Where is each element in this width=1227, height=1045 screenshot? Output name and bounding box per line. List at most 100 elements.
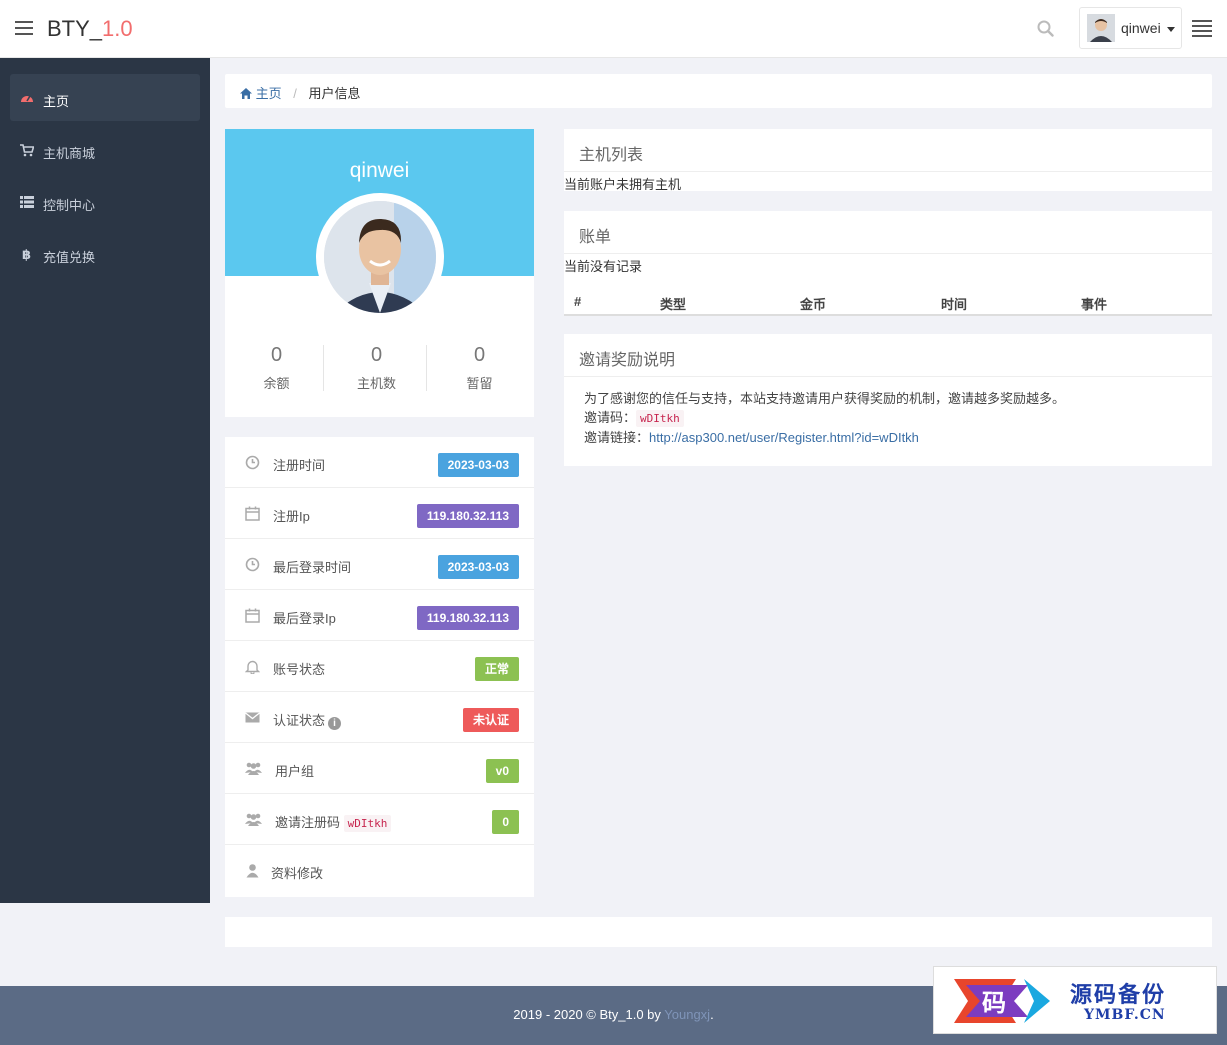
status-badge: 0 (492, 810, 519, 834)
bills-panel: 账单 当前没有记录 # 类型 金币 时间 事件 (564, 211, 1212, 316)
home-icon (240, 88, 252, 99)
username-label: qinwei (1121, 20, 1161, 36)
invite-code: wDItkh (343, 815, 392, 832)
calendar-icon (245, 506, 260, 521)
info-row-invite-code: 邀请注册码 wDItkh 0 (225, 794, 534, 845)
stat-label: 余额 (263, 376, 290, 391)
user-dropdown[interactable]: qinwei (1079, 7, 1182, 49)
divider (323, 345, 324, 391)
stat-value: 0 (270, 344, 283, 366)
stat-balance: 0 余额 (225, 344, 328, 392)
column-header: 类型 (660, 297, 687, 312)
top-navbar: BTY_1.0 qinwei (0, 0, 1227, 58)
breadcrumb-current: 用户信息 (308, 86, 361, 101)
invite-link[interactable]: http://asp300.net/user/Register.html?id=… (649, 430, 919, 445)
sidebar-item-label: 控制中心 (43, 198, 96, 213)
invite-code: wDItkh (636, 410, 684, 427)
info-label: 资料修改 (271, 866, 324, 881)
column-header: # (574, 294, 582, 309)
search-icon[interactable] (1037, 20, 1054, 37)
info-label: 邀请注册码 (275, 815, 341, 830)
hosts-panel-title: 主机列表 (564, 129, 1212, 172)
invite-description: 为了感谢您的信任与支持，本站支持邀请用户获得奖励的机制，邀请越多奖励越多。 (584, 391, 1066, 406)
sidebar-item-control[interactable]: 控制中心 (10, 178, 200, 225)
info-label: 最后登录时间 (273, 560, 352, 575)
svg-text:฿: ฿ (22, 248, 31, 261)
stat-reserved: 0 暂留 (428, 344, 531, 392)
invite-code-line: 邀请码： wDItkh (584, 408, 1192, 428)
status-badge: v0 (485, 759, 519, 783)
breadcrumb-home[interactable]: 主页 (240, 86, 285, 101)
right-menu-icon[interactable] (1192, 20, 1212, 38)
hamburger-menu-icon[interactable] (15, 21, 33, 35)
brand-main: BTY_ (47, 16, 103, 41)
invite-link-label: 邀请链接： (584, 430, 650, 445)
status-badge: 119.180.32.113 (416, 504, 519, 528)
calendar-icon (245, 608, 260, 623)
status-badge: 2023-03-03 (437, 453, 519, 477)
bills-empty-note: 当前没有记录 (564, 259, 643, 274)
status-badge: 正常 (474, 657, 519, 681)
footer-text: 2019 - 2020 © Bty_1.0 by (513, 1007, 665, 1022)
breadcrumb-home-label: 主页 (255, 86, 282, 101)
info-row-last-login-time: 最后登录时间 2023-03-03 (225, 539, 534, 590)
user-info-list: 注册时间 2023-03-03 注册Ip 119.180.32.113 最后登录… (225, 437, 534, 897)
stat-label: 主机数 (356, 376, 396, 391)
users-icon (245, 813, 262, 826)
info-label-wrap: 邀请注册码 wDItkh (275, 812, 392, 832)
profile-card: qinwei 0 余额 0 主机数 0 暂留 (225, 129, 534, 417)
hosts-empty-note: 当前账户未拥有主机 (564, 177, 682, 192)
footer-end: . (710, 1007, 714, 1022)
avatar (1087, 14, 1115, 42)
chevron-down-icon (1167, 27, 1175, 32)
info-icon[interactable]: i (328, 717, 342, 730)
info-row-edit-profile[interactable]: 资料修改 (225, 845, 534, 896)
sidebar: 主页 主机商城 控制中心 ฿ 充值兑换 (0, 58, 210, 903)
profile-name: qinwei (349, 159, 410, 182)
watermark-cn: 源码备份 (1070, 982, 1167, 1008)
column-header: 事件 (1081, 297, 1108, 312)
bills-table-header: # 类型 金币 时间 事件 (564, 286, 1212, 316)
watermark-mark-icon: 码 (954, 979, 1050, 1023)
status-badge: 2023-03-03 (437, 555, 519, 579)
bitcoin-icon: ฿ (22, 248, 31, 261)
column-header: 金币 (800, 297, 827, 312)
info-row-register-time: 注册时间 2023-03-03 (225, 437, 534, 488)
info-label: 注册Ip (273, 509, 310, 524)
dashboard-icon (21, 95, 33, 102)
invite-body: 为了感谢您的信任与支持，本站支持邀请用户获得奖励的机制，邀请越多奖励越多。 邀请… (564, 377, 1212, 459)
watermark-logo: 码 源码备份 YMBF.CN (933, 966, 1217, 1034)
sidebar-item-recharge[interactable]: ฿ 充值兑换 (10, 230, 200, 277)
invite-code-label: 邀请码： (584, 410, 637, 425)
invite-panel-title: 邀请奖励说明 (564, 334, 1212, 377)
info-label: 注册时间 (273, 458, 326, 473)
stat-value: 0 (370, 344, 383, 366)
divider (426, 345, 427, 391)
breadcrumb-separator: / (293, 86, 297, 101)
hosts-panel: 主机列表 当前账户未拥有主机 (564, 129, 1212, 192)
stat-hosts: 0 主机数 (325, 344, 428, 392)
sidebar-item-home[interactable]: 主页 (10, 74, 200, 121)
info-label: 最后登录Ip (273, 611, 336, 626)
breadcrumb: 主页 / 用户信息 (225, 74, 1212, 108)
envelope-icon (245, 712, 260, 723)
invite-panel: 邀请奖励说明 为了感谢您的信任与支持，本站支持邀请用户获得奖励的机制，邀请越多奖… (564, 334, 1212, 466)
column-header: 时间 (941, 297, 968, 312)
sidebar-item-label: 主机商城 (43, 146, 96, 161)
status-badge: 未认证 (462, 708, 519, 732)
watermark-mark-char: 码 (982, 988, 1006, 1017)
sidebar-item-shop[interactable]: 主机商城 (10, 126, 200, 173)
info-label: 用户组 (275, 764, 315, 779)
footer-author-link[interactable]: Youngxj (664, 1007, 710, 1022)
info-label: 认证状态 (273, 713, 326, 728)
bills-panel-title: 账单 (564, 211, 1212, 254)
info-row-account-status: 账号状态 正常 (225, 641, 534, 692)
cart-icon (20, 144, 34, 157)
invite-link-line: 邀请链接：http://asp300.net/user/Register.htm… (584, 428, 1192, 447)
list-icon (20, 196, 34, 208)
info-row-last-login-ip: 最后登录Ip 119.180.32.113 (225, 590, 534, 641)
empty-panel (225, 917, 1212, 947)
stat-value: 0 (473, 344, 486, 366)
brand-logo[interactable]: BTY_1.0 (47, 16, 133, 42)
info-row-verify-status: 认证状态 i 未认证 (225, 692, 534, 743)
